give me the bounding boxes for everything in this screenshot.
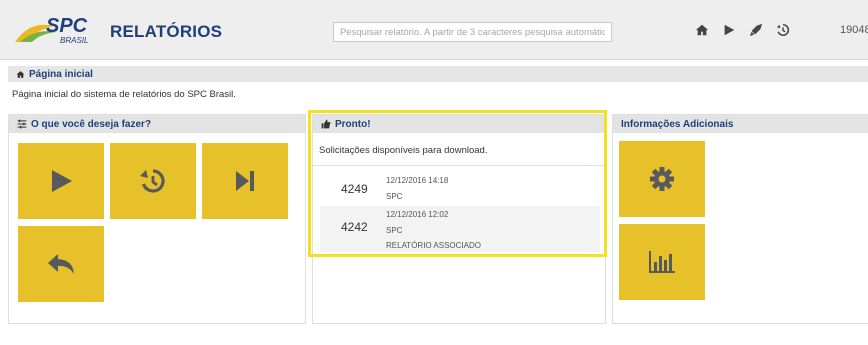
reply-tile-button[interactable] [18, 226, 104, 302]
play-icon[interactable] [722, 23, 736, 37]
sliders-icon [17, 119, 27, 129]
top-header: SPC BRASIL RELATÓRIOS 19048 [0, 0, 868, 60]
svg-text:SPC: SPC [46, 15, 88, 37]
home-icon [16, 71, 25, 78]
request-origin: SPC [386, 192, 403, 201]
reports-chart-tile-button[interactable] [619, 224, 705, 300]
info-panel-title: Informações Adicionais [621, 118, 734, 130]
user-code[interactable]: 19048 [840, 24, 868, 36]
settings-tile-button[interactable] [619, 141, 705, 217]
breadcrumb-label: Página inicial [29, 69, 93, 80]
history-icon [140, 169, 165, 193]
actions-panel: O que você deseja fazer? [8, 114, 306, 324]
info-panel: Informações Adicionais [612, 114, 868, 324]
page-description: Página inicial do sistema de relatórios … [12, 89, 236, 100]
spc-brasil-logo[interactable]: SPC BRASIL [14, 12, 96, 46]
ready-panel-header: Pronto! [313, 115, 605, 133]
ready-panel: Pronto! Solicitações disponíveis para do… [312, 114, 606, 324]
actions-panel-title: O que você deseja fazer? [31, 118, 152, 130]
info-panel-header: Informações Adicionais [613, 115, 868, 133]
history-icon[interactable] [776, 23, 790, 37]
request-row[interactable]: 4242 12/12/2016 12:02 SPC RELATÓRIO ASSO… [320, 206, 600, 252]
reply-icon [48, 254, 74, 274]
app-title: RELATÓRIOS [110, 22, 223, 41]
request-extra: RELATÓRIO ASSOCIADO [386, 241, 481, 250]
request-origin: SPC [386, 226, 403, 235]
download-notice: Solicitações disponíveis para download. [319, 145, 488, 156]
thumbs-up-icon [321, 119, 331, 129]
breadcrumb-home[interactable]: Página inicial [16, 69, 93, 80]
request-id: 4249 [341, 182, 368, 196]
play-tile-button[interactable] [18, 143, 104, 219]
search-input[interactable] [333, 22, 612, 42]
ready-panel-title: Pronto! [335, 118, 371, 130]
request-row[interactable]: 4249 12/12/2016 14:18 SPC [320, 171, 600, 205]
actions-panel-header: O que você deseja fazer? [9, 115, 305, 133]
home-icon[interactable] [695, 23, 709, 37]
gear-icon [650, 167, 674, 191]
divider [313, 165, 605, 166]
history-tile-button[interactable] [110, 143, 196, 219]
play-icon [52, 170, 72, 192]
request-datetime: 12/12/2016 14:18 [386, 176, 449, 185]
rocket-icon[interactable] [749, 23, 763, 37]
bar-chart-icon [649, 251, 675, 273]
request-datetime: 12/12/2016 12:02 [386, 210, 449, 219]
request-id: 4242 [341, 220, 368, 234]
svg-text:BRASIL: BRASIL [60, 36, 88, 45]
step-forward-icon [236, 171, 254, 191]
breadcrumb: Página inicial [8, 66, 868, 82]
step-forward-tile-button[interactable] [202, 143, 288, 219]
nav-icons [695, 22, 790, 38]
